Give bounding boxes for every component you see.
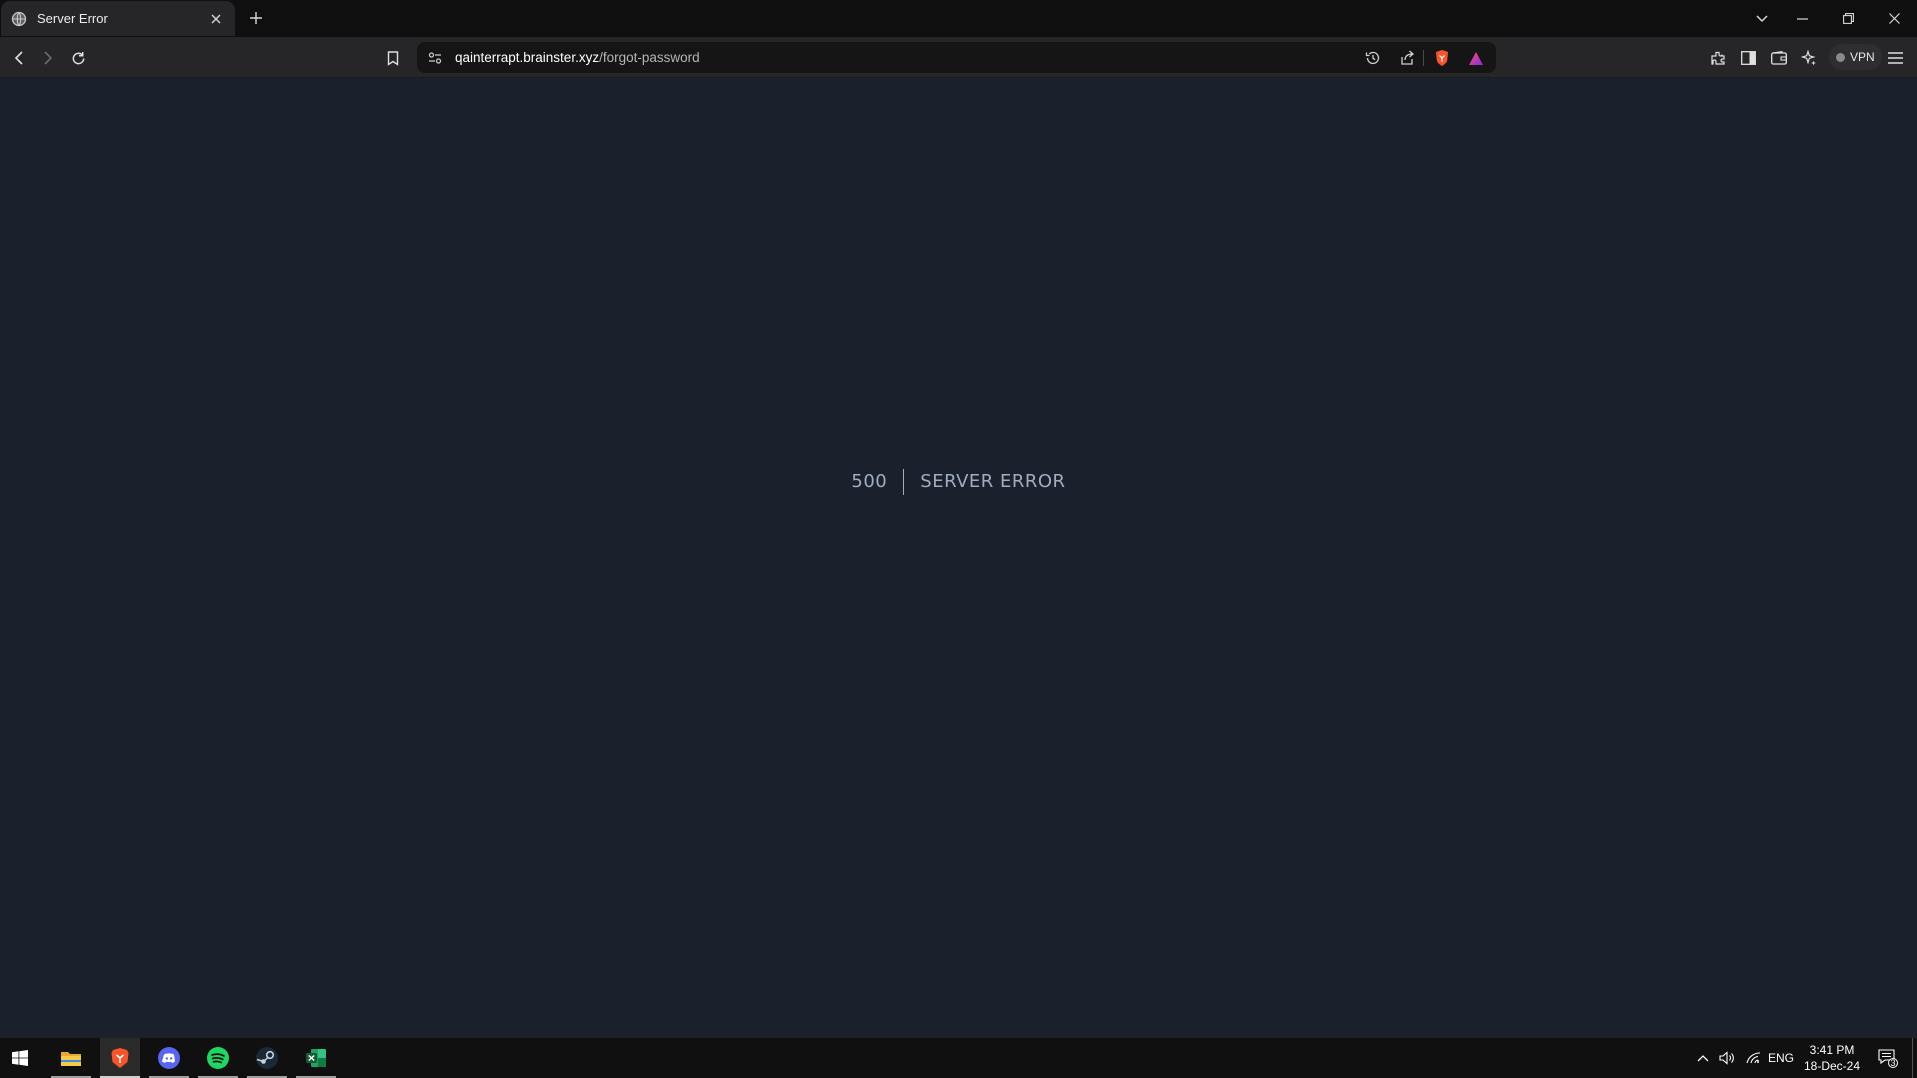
back-button[interactable] <box>7 46 31 70</box>
show-desktop-button[interactable] <box>1912 1038 1917 1078</box>
wallet-icon[interactable] <box>1767 46 1791 70</box>
history-icon[interactable] <box>1361 46 1385 70</box>
error-text: SERVER ERROR <box>920 471 1066 492</box>
address-bar[interactable]: qainterrapt.brainster.xyz/forgot-passwor… <box>417 42 1496 73</box>
tab-server-error[interactable]: Server Error <box>1 1 235 36</box>
share-icon[interactable] <box>1395 46 1419 70</box>
globe-icon <box>11 11 27 27</box>
forward-button[interactable] <box>36 46 60 70</box>
page-content <box>0 79 1917 1038</box>
vpn-status-icon <box>1836 52 1845 62</box>
restore-button[interactable] <box>1826 0 1870 37</box>
clock-time: 3:41 PM <box>1809 1043 1855 1057</box>
url-host: qainterrapt.brainster.xyz <box>455 50 600 65</box>
vpn-label: VPN <box>1850 50 1875 64</box>
browser-toolbar: qainterrapt.brainster.xyz/forgot-passwor… <box>0 37 1917 78</box>
network-icon[interactable] <box>1742 1038 1764 1078</box>
close-tab-icon[interactable] <box>207 10 225 28</box>
notification-count: 3 <box>1890 1058 1896 1068</box>
reload-button[interactable] <box>66 46 90 70</box>
menu-icon[interactable] <box>1883 46 1907 70</box>
steam-icon[interactable] <box>247 1038 287 1078</box>
new-tab-button[interactable] <box>244 6 268 30</box>
discord-icon[interactable] <box>149 1038 189 1078</box>
leo-ai-icon[interactable] <box>1797 46 1821 70</box>
extensions-icon[interactable] <box>1706 46 1730 70</box>
tab-strip: Server Error <box>0 0 1917 37</box>
url-path: /forgot-password <box>599 50 700 65</box>
address-bar-divider <box>1423 50 1424 66</box>
error-code: 500 <box>851 469 905 495</box>
site-settings-icon[interactable] <box>423 46 447 70</box>
tab-title: Server Error <box>37 11 108 26</box>
show-hidden-icons-chevron-icon[interactable] <box>1692 1038 1714 1078</box>
taskbar: ENG 3:41 PM 18-Dec-24 3 <box>0 1038 1917 1078</box>
spotify-icon[interactable] <box>198 1038 238 1078</box>
bookmark-icon[interactable] <box>381 46 405 70</box>
excel-icon[interactable] <box>296 1038 336 1078</box>
brave-rewards-icon[interactable] <box>1464 46 1488 70</box>
tab-search-chevron-icon[interactable] <box>1740 0 1784 37</box>
language-label: ENG <box>1767 1051 1794 1065</box>
start-button[interactable] <box>0 1038 40 1078</box>
file-explorer-icon[interactable] <box>51 1038 91 1078</box>
address-url[interactable]: qainterrapt.brainster.xyz/forgot-passwor… <box>455 50 700 65</box>
brave-shields-icon[interactable] <box>1430 46 1454 70</box>
close-window-button[interactable] <box>1872 0 1916 37</box>
error-message: 500 SERVER ERROR <box>0 467 1917 497</box>
language-indicator[interactable]: ENG <box>1766 1038 1796 1078</box>
sidebar-icon[interactable] <box>1736 46 1760 70</box>
notifications-button[interactable]: 3 <box>1874 1038 1902 1078</box>
vpn-button[interactable]: VPN <box>1829 44 1882 70</box>
minimize-button[interactable] <box>1780 0 1824 37</box>
volume-icon[interactable] <box>1716 1038 1738 1078</box>
clock-date: 18-Dec-24 <box>1803 1059 1861 1073</box>
brave-icon[interactable] <box>100 1038 140 1078</box>
clock[interactable]: 3:41 PM 18-Dec-24 <box>1798 1042 1866 1074</box>
